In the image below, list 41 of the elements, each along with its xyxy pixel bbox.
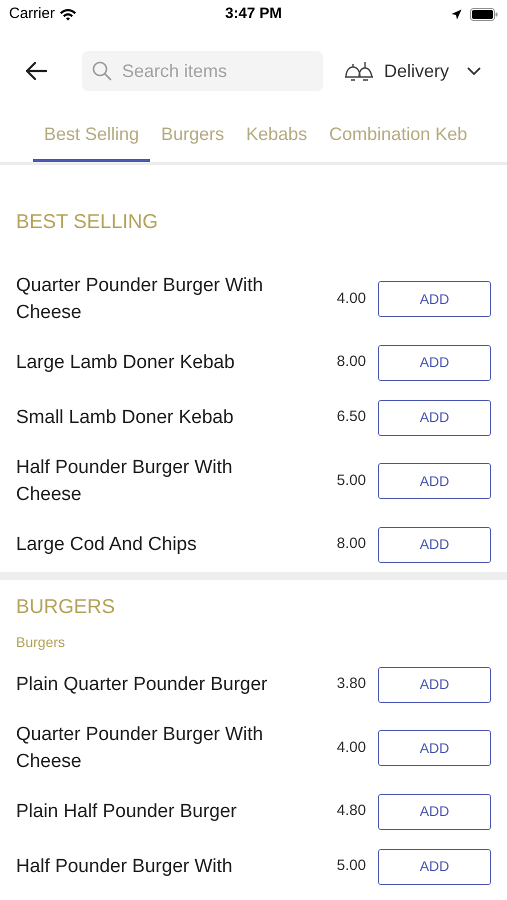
subsection-title: Burgers	[16, 633, 66, 652]
item-name: Quarter Pounder Burger With Cheese	[16, 274, 264, 325]
item-name: Large Cod And Chips	[16, 533, 198, 557]
battery-icon	[470, 8, 498, 20]
item-name: Plain Half Pounder Burger	[16, 800, 238, 824]
delivery-dropdown[interactable]: Delivery	[344, 58, 481, 84]
item-price: 6.50	[336, 407, 366, 428]
add-button[interactable]: ADD	[378, 526, 491, 562]
add-button[interactable]: ADD	[378, 281, 491, 317]
add-button[interactable]: ADD	[378, 344, 491, 380]
item-price: 4.80	[336, 801, 366, 822]
wifi-icon	[58, 8, 77, 20]
add-button[interactable]: ADD	[378, 666, 491, 702]
item-name: Large Lamb Doner Kebab	[16, 351, 236, 375]
add-button[interactable]: ADD	[378, 848, 491, 884]
item-price: 5.00	[336, 856, 366, 876]
item-price: 4.00	[336, 738, 366, 758]
section-title: BEST SELLING	[16, 210, 159, 235]
bells-icon	[344, 60, 374, 82]
add-button[interactable]: ADD	[378, 400, 491, 436]
item-name: Plain Quarter Pounder Burger	[16, 673, 268, 697]
item-name: Quarter Pounder Burger With Cheese	[16, 723, 264, 774]
item-price: 3.80	[336, 674, 366, 694]
section-title: BURGERS	[16, 595, 116, 620]
item-price: 5.00	[336, 470, 366, 491]
item-price: 8.00	[336, 534, 366, 554]
add-button[interactable]: ADD	[378, 463, 491, 499]
item-name: Half Pounder Burger With Cheese	[16, 456, 234, 507]
chevron-down-icon	[467, 66, 481, 76]
back-arrow-icon[interactable]	[24, 61, 48, 81]
search-icon	[92, 61, 112, 81]
item-name: Small Lamb Doner Kebab	[16, 406, 235, 430]
status-time: 3:47 PM	[225, 4, 282, 24]
add-button[interactable]: ADD	[378, 730, 491, 766]
carrier-label: Carrier	[9, 4, 55, 24]
location-arrow-icon	[450, 8, 462, 20]
add-button[interactable]: ADD	[378, 794, 491, 830]
item-price: 8.00	[336, 352, 366, 372]
item-name: Half Pounder Burger With	[16, 855, 234, 879]
search-field[interactable]: Search items	[82, 51, 323, 91]
item-price: 4.00	[336, 288, 366, 309]
